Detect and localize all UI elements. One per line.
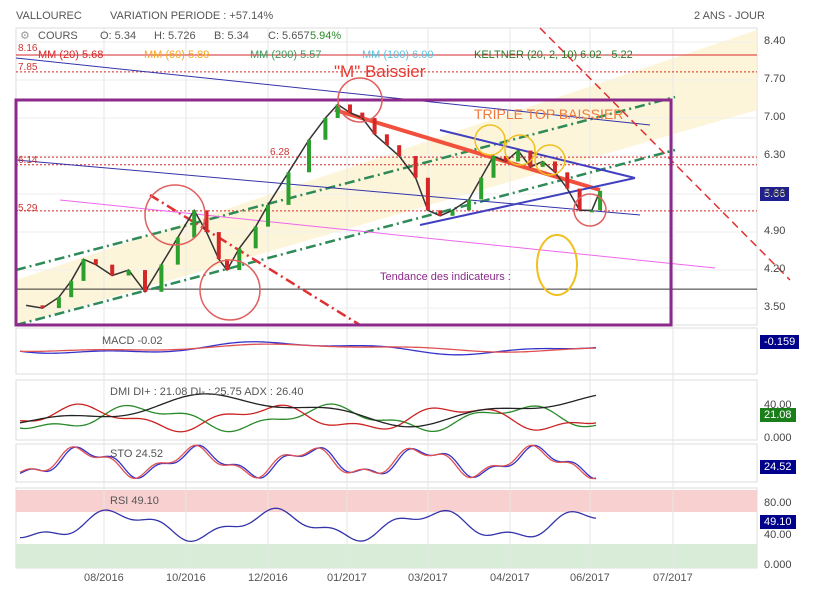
candle xyxy=(450,210,455,216)
rsi-tick: 80.00 xyxy=(764,497,792,509)
x-tick-label: 01/2017 xyxy=(327,572,367,584)
candle xyxy=(307,139,311,173)
candle xyxy=(425,177,430,211)
low: B: 5.34 xyxy=(214,30,249,42)
candle xyxy=(56,297,61,309)
close: C: 5.657 xyxy=(268,30,310,42)
candle xyxy=(348,104,352,113)
level-6-28: 6.28 xyxy=(270,147,290,158)
rsi-tick: 0.000 xyxy=(764,559,792,571)
cours-label: COURS xyxy=(38,30,78,42)
period[interactable]: 2 ANS - JOUR xyxy=(694,10,765,22)
candle xyxy=(540,161,545,167)
candle xyxy=(126,270,131,276)
candle xyxy=(372,118,377,135)
mm200[interactable]: MM (200) 5.57 xyxy=(250,49,322,61)
symbol: VALLOUREC xyxy=(16,10,82,22)
candle xyxy=(266,204,270,227)
level-5-29: 5.29 xyxy=(18,203,38,214)
x-tick-label: 10/2016 xyxy=(166,572,206,584)
y-tick-label: 3.50 xyxy=(764,301,786,314)
candle xyxy=(397,145,402,157)
candle xyxy=(323,118,328,140)
candle xyxy=(286,172,291,205)
x-tick-label: 03/2017 xyxy=(408,572,448,584)
high: H: 5.726 xyxy=(154,30,196,42)
candle xyxy=(237,248,242,271)
candle xyxy=(589,210,594,213)
level-8-16: 8.16 xyxy=(18,43,38,54)
macd-label: MACD -0.02 xyxy=(102,335,163,347)
mm20[interactable]: MM (20) 5.68 xyxy=(38,49,103,61)
mm60[interactable]: MM (60) 5.89 xyxy=(144,49,209,61)
rsi-tick: 40.00 xyxy=(764,529,792,541)
dmi-tick: 0.000 xyxy=(764,432,792,444)
level-7-85: 7.85 xyxy=(18,62,38,73)
rsi-oversold-zone xyxy=(16,544,757,568)
candle xyxy=(253,226,258,249)
candle xyxy=(93,259,98,265)
candle xyxy=(81,259,86,281)
mm100[interactable]: MM (100) 6.00 xyxy=(362,49,434,61)
chart-root: VALLOUREC VARIATION PERIODE : +57.14% 2 … xyxy=(0,0,816,593)
y-tick-label: 4.90 xyxy=(764,225,786,238)
m-baissier-annotation: "M" Baissier xyxy=(334,62,426,81)
candle xyxy=(360,112,365,119)
y-tick-label: 8.40 xyxy=(764,35,786,47)
candle xyxy=(479,177,484,200)
level-6-14: 6.14 xyxy=(18,155,38,166)
candle xyxy=(159,264,164,292)
x-tick-label: 08/2016 xyxy=(84,572,124,584)
candle xyxy=(192,210,197,238)
candle xyxy=(413,156,418,178)
x-tick-label: 06/2017 xyxy=(570,572,610,584)
candle xyxy=(143,270,147,292)
open: O: 5.34 xyxy=(100,30,137,42)
candle xyxy=(216,232,221,260)
dmi-label: DMI DI+ : 21.08 DI- : 25.75 ADX : 26.40 xyxy=(110,386,304,398)
candle xyxy=(110,264,115,276)
candle xyxy=(516,150,521,162)
candle xyxy=(438,210,443,216)
macd-tag: -0.159 xyxy=(760,335,800,349)
sto-label: STO 24.52 xyxy=(110,448,163,460)
rsi-label: RSI 49.10 xyxy=(110,495,159,507)
candle xyxy=(553,161,557,173)
change: 5.94% xyxy=(310,30,342,42)
y-tick-label: 6.30 xyxy=(764,149,786,162)
candle xyxy=(69,280,74,298)
triple-top-annotation: TRIPLE TOP BAISSIER xyxy=(474,106,624,122)
rsi-tag: 49.10 xyxy=(760,515,796,529)
tendance-annotation: Tendance des indicateurs : xyxy=(380,271,511,283)
candle xyxy=(40,305,45,309)
x-tick-label: 07/2017 xyxy=(653,572,693,584)
variation: VARIATION PERIODE : +57.14% xyxy=(110,10,274,22)
dmi-tag: 21.08 xyxy=(760,408,796,422)
y-tick-label: 7.00 xyxy=(764,111,786,124)
keltner[interactable]: KELTNER (20, 2, 10) 6.02 - 5.22 xyxy=(474,49,633,61)
x-tick-label: 12/2016 xyxy=(248,572,288,584)
gear-icon[interactable]: ⚙ xyxy=(20,29,30,42)
y-tick-label: 4.20 xyxy=(764,263,786,276)
sto-tag: 24.52 xyxy=(760,460,796,474)
y-tick-label: 7.70 xyxy=(764,73,786,85)
candle xyxy=(466,199,471,211)
candle xyxy=(491,156,496,178)
y-tick-label: 5.60 xyxy=(764,187,786,200)
candle xyxy=(384,134,389,146)
x-tick-label: 04/2017 xyxy=(490,572,530,584)
candle xyxy=(565,172,570,189)
candle xyxy=(598,190,603,211)
candle xyxy=(175,237,180,265)
